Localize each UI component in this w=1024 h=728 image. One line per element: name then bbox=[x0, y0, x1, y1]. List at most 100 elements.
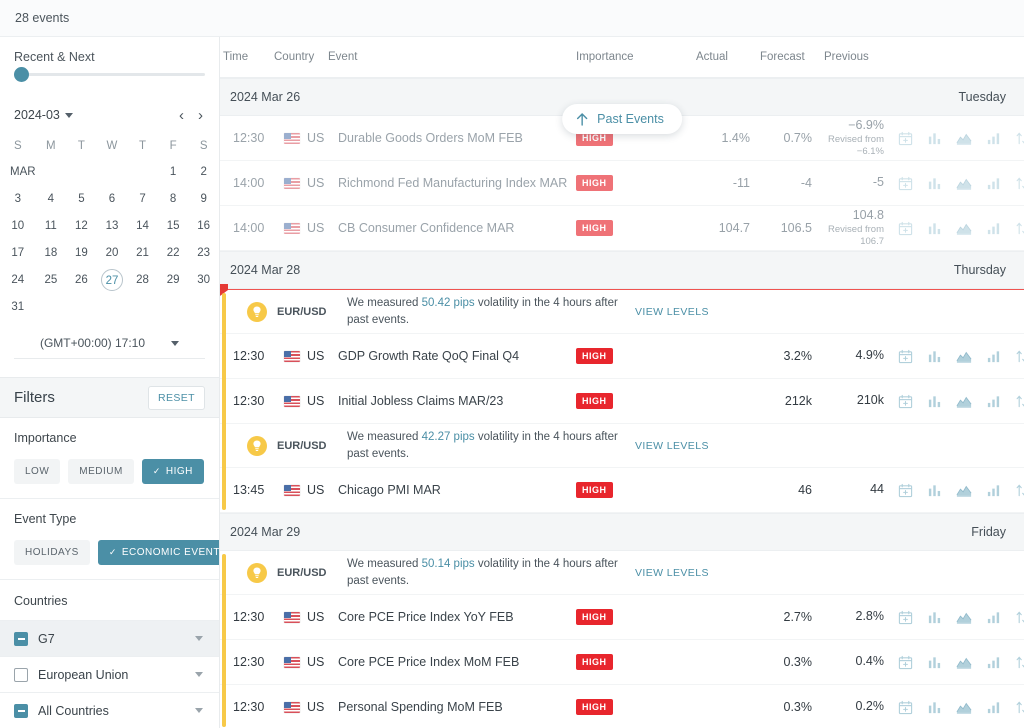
calendar-plus-icon[interactable] bbox=[898, 131, 913, 146]
calendar-day-20[interactable]: 20 bbox=[97, 239, 128, 266]
histogram-icon[interactable] bbox=[986, 394, 1001, 409]
sort-arrows-icon[interactable] bbox=[1015, 221, 1024, 236]
bar-chart-icon[interactable] bbox=[927, 655, 942, 670]
view-levels-link[interactable]: VIEW LEVELS bbox=[635, 567, 709, 579]
timezone-selector[interactable]: (GMT+00:00) 17:10 bbox=[14, 330, 205, 359]
sort-arrows-icon[interactable] bbox=[1015, 700, 1024, 715]
event-name[interactable]: Core PCE Price Index YoY FEB bbox=[338, 610, 514, 624]
event-name[interactable]: Durable Goods Orders MoM FEB bbox=[338, 131, 523, 145]
calendar-day-27[interactable]: 27 bbox=[97, 266, 128, 293]
calendar-day-26[interactable]: 26 bbox=[66, 266, 97, 293]
calendar-day-17[interactable]: 17 bbox=[0, 239, 36, 266]
sort-arrows-icon[interactable] bbox=[1015, 610, 1024, 625]
calendar-day-5[interactable]: 5 bbox=[66, 185, 97, 212]
event-row[interactable]: 13:45 US Chicago PMI MAR HIGH 46 44 bbox=[220, 468, 1024, 513]
country-row-european-union[interactable]: European Union bbox=[0, 656, 219, 692]
calendar-next-button[interactable]: › bbox=[198, 108, 203, 123]
calendar-day-14[interactable]: 14 bbox=[127, 212, 158, 239]
view-levels-link[interactable]: VIEW LEVELS bbox=[635, 306, 709, 318]
event-name[interactable]: Richmond Fed Manufacturing Index MAR bbox=[338, 176, 567, 190]
calendar-day-29[interactable]: 29 bbox=[158, 266, 189, 293]
bar-chart-icon[interactable] bbox=[927, 700, 942, 715]
calendar-day-21[interactable]: 21 bbox=[127, 239, 158, 266]
bar-chart-icon[interactable] bbox=[927, 610, 942, 625]
calendar-prev-button[interactable]: ‹ bbox=[179, 108, 184, 123]
event-type-chip-holidays[interactable]: HOLIDAYS bbox=[14, 540, 90, 565]
chevron-down-icon[interactable] bbox=[195, 672, 203, 677]
calendar-day-24[interactable]: 24 bbox=[0, 266, 36, 293]
calendar-day-28[interactable]: 28 bbox=[127, 266, 158, 293]
calendar-day-1[interactable]: 1 bbox=[158, 158, 189, 185]
country-row-all-countries[interactable]: All Countries bbox=[0, 692, 219, 728]
chevron-down-icon[interactable] bbox=[195, 708, 203, 713]
histogram-icon[interactable] bbox=[986, 221, 1001, 236]
event-row[interactable]: 14:00 US CB Consumer Confidence MAR HIGH 104… bbox=[220, 206, 1024, 251]
calendar-month-selector[interactable]: 2024-03 bbox=[14, 108, 73, 122]
histogram-icon[interactable] bbox=[986, 655, 1001, 670]
view-levels-link[interactable]: VIEW LEVELS bbox=[635, 440, 709, 452]
checkbox-indeterminate[interactable] bbox=[14, 631, 28, 646]
sort-arrows-icon[interactable] bbox=[1015, 176, 1024, 191]
area-chart-icon[interactable] bbox=[956, 394, 972, 409]
calendar-day-3[interactable]: 3 bbox=[0, 185, 36, 212]
calendar-day-18[interactable]: 18 bbox=[36, 239, 67, 266]
calendar-plus-icon[interactable] bbox=[898, 221, 913, 236]
country-row-g7[interactable]: G7 bbox=[0, 620, 219, 656]
event-name[interactable]: Core PCE Price Index MoM FEB bbox=[338, 655, 519, 669]
sort-arrows-icon[interactable] bbox=[1015, 131, 1024, 146]
calendar-day-4[interactable]: 4 bbox=[36, 185, 67, 212]
calendar-plus-icon[interactable] bbox=[898, 176, 913, 191]
area-chart-icon[interactable] bbox=[956, 349, 972, 364]
area-chart-icon[interactable] bbox=[956, 131, 972, 146]
area-chart-icon[interactable] bbox=[956, 700, 972, 715]
area-chart-icon[interactable] bbox=[956, 221, 972, 236]
bar-chart-icon[interactable] bbox=[927, 176, 942, 191]
calendar-plus-icon[interactable] bbox=[898, 700, 913, 715]
calendar-day-22[interactable]: 22 bbox=[158, 239, 189, 266]
sort-arrows-icon[interactable] bbox=[1015, 655, 1024, 670]
calendar-plus-icon[interactable] bbox=[898, 483, 913, 498]
sort-arrows-icon[interactable] bbox=[1015, 394, 1024, 409]
bar-chart-icon[interactable] bbox=[927, 483, 942, 498]
recent-next-slider[interactable] bbox=[14, 64, 205, 90]
checkbox-unchecked[interactable] bbox=[14, 667, 28, 682]
bar-chart-icon[interactable] bbox=[927, 394, 942, 409]
calendar-day-10[interactable]: 10 bbox=[0, 212, 36, 239]
histogram-icon[interactable] bbox=[986, 483, 1001, 498]
event-row[interactable]: 12:30 US Personal Spending MoM FEB HIGH 0.3%… bbox=[220, 685, 1024, 728]
calendar-plus-icon[interactable] bbox=[898, 610, 913, 625]
area-chart-icon[interactable] bbox=[956, 176, 972, 191]
event-row[interactable]: 12:30 US Core PCE Price Index YoY FEB HIGH 2… bbox=[220, 595, 1024, 640]
event-row[interactable]: 14:00 US Richmond Fed Manufacturing Index … bbox=[220, 161, 1024, 206]
bar-chart-icon[interactable] bbox=[927, 221, 942, 236]
calendar-day-2[interactable]: 2 bbox=[188, 158, 219, 185]
slider-thumb[interactable] bbox=[14, 67, 29, 82]
calendar-day-25[interactable]: 25 bbox=[36, 266, 67, 293]
event-name[interactable]: CB Consumer Confidence MAR bbox=[338, 221, 514, 235]
bar-chart-icon[interactable] bbox=[927, 349, 942, 364]
calendar-day-9[interactable]: 9 bbox=[188, 185, 219, 212]
sort-arrows-icon[interactable] bbox=[1015, 349, 1024, 364]
calendar-day-7[interactable]: 7 bbox=[127, 185, 158, 212]
event-type-chip-economic-events[interactable]: ECONOMIC EVENTS bbox=[97, 540, 219, 565]
checkbox-indeterminate[interactable] bbox=[14, 703, 28, 718]
histogram-icon[interactable] bbox=[986, 176, 1001, 191]
event-name[interactable]: Chicago PMI MAR bbox=[338, 483, 441, 497]
calendar-day-30[interactable]: 30 bbox=[188, 266, 219, 293]
area-chart-icon[interactable] bbox=[956, 610, 972, 625]
histogram-icon[interactable] bbox=[986, 349, 1001, 364]
event-row[interactable]: 12:30 US GDP Growth Rate QoQ Final Q4 HIGH 3… bbox=[220, 334, 1024, 379]
event-name[interactable]: Personal Spending MoM FEB bbox=[338, 700, 503, 714]
area-chart-icon[interactable] bbox=[956, 655, 972, 670]
calendar-day-11[interactable]: 11 bbox=[36, 212, 67, 239]
importance-chip-medium[interactable]: MEDIUM bbox=[68, 459, 134, 484]
sort-arrows-icon[interactable] bbox=[1015, 483, 1024, 498]
importance-chip-low[interactable]: LOW bbox=[14, 459, 61, 484]
event-row[interactable]: 12:30 US Initial Jobless Claims MAR/23 HIGH… bbox=[220, 379, 1024, 424]
calendar-plus-icon[interactable] bbox=[898, 349, 913, 364]
calendar-day-8[interactable]: 8 bbox=[158, 185, 189, 212]
event-row[interactable]: 12:30 US Core PCE Price Index MoM FEB HIGH 0… bbox=[220, 640, 1024, 685]
calendar-day-13[interactable]: 13 bbox=[97, 212, 128, 239]
calendar-day-19[interactable]: 19 bbox=[66, 239, 97, 266]
calendar-day-15[interactable]: 15 bbox=[158, 212, 189, 239]
